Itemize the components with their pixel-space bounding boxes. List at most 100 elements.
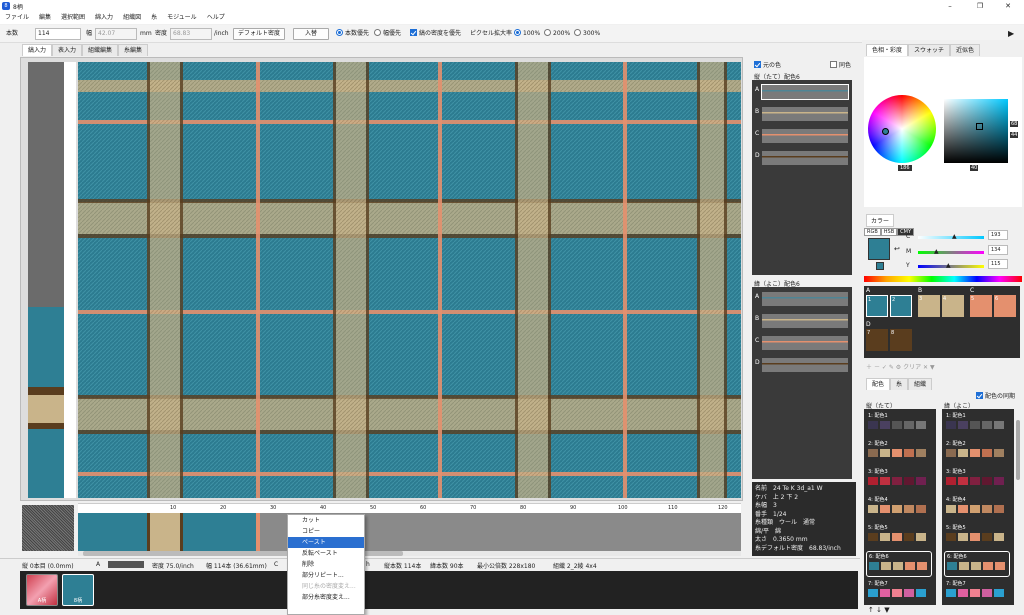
weft-scheme-item[interactable]: 7: 配色7: [944, 579, 1010, 605]
menu-item-partial-repeat[interactable]: 部分リピート...: [288, 570, 364, 581]
scheme-color-swatch[interactable]: [946, 477, 956, 485]
slider-c-value[interactable]: 193: [988, 230, 1008, 240]
scheme-color-swatch[interactable]: [880, 477, 890, 485]
weft-yarn-row-a[interactable]: A: [752, 289, 852, 307]
scheme-color-swatch[interactable]: [880, 421, 890, 429]
scheme-color-swatch[interactable]: [917, 562, 927, 570]
scheme-color-swatch[interactable]: [970, 449, 980, 457]
zoom-300-radio[interactable]: 300%: [574, 28, 600, 40]
weft-yarn-row-c[interactable]: C: [752, 333, 852, 351]
scheme-color-swatch[interactable]: [904, 533, 914, 541]
palette-swatch-2[interactable]: 2: [890, 295, 912, 317]
palette-swatch-5[interactable]: 5: [970, 295, 992, 317]
scheme-color-swatch[interactable]: [904, 505, 914, 513]
tab-weave[interactable]: 組織: [908, 378, 933, 390]
width-priority-radio[interactable]: 幅優先: [374, 28, 401, 40]
spectrum-bar[interactable]: [864, 276, 1022, 282]
scheme-color-swatch[interactable]: [958, 589, 968, 597]
film-thumb-a[interactable]: A柄: [26, 574, 58, 606]
slider-m-thumb[interactable]: ▲: [934, 248, 939, 255]
hue-wheel[interactable]: [868, 95, 936, 163]
scheme-color-swatch[interactable]: [868, 477, 878, 485]
scheme-color-swatch[interactable]: [946, 589, 956, 597]
weft-stripe-strip[interactable]: [28, 62, 64, 498]
scheme-color-swatch[interactable]: [994, 533, 1004, 541]
slider-m-track[interactable]: [918, 251, 984, 254]
tab-scheme[interactable]: 配色: [866, 378, 891, 390]
scheme-color-swatch[interactable]: [958, 505, 968, 513]
warp-scheme-item[interactable]: 2: 配色2: [866, 439, 932, 465]
scheme-color-swatch[interactable]: [868, 421, 878, 429]
scheme-color-swatch[interactable]: [970, 421, 980, 429]
scheme-color-swatch[interactable]: [959, 562, 969, 570]
scheme-color-swatch[interactable]: [868, 589, 878, 597]
mode-hsb[interactable]: HSB: [880, 228, 898, 236]
palette-swatch-6[interactable]: 6: [994, 295, 1016, 317]
scheme-color-swatch[interactable]: [904, 421, 914, 429]
scheme-color-swatch[interactable]: [916, 505, 926, 513]
weave-thumbnail[interactable]: [22, 505, 74, 551]
menu-weave-diagram[interactable]: 組織図: [118, 12, 146, 24]
tab-similar-color[interactable]: 近似色: [950, 44, 981, 56]
up-arrow-icon[interactable]: ↑: [868, 606, 874, 614]
weft-scheme-item[interactable]: 5: 配色5: [944, 523, 1010, 549]
scheme-color-swatch[interactable]: [982, 449, 992, 457]
menu-item-partial-yarn-density[interactable]: 部分糸密度変え...: [288, 592, 364, 603]
weft-scheme-item[interactable]: 2: 配色2: [944, 439, 1010, 465]
check-icon[interactable]: ✓: [882, 364, 887, 371]
scheme-color-swatch[interactable]: [982, 533, 992, 541]
menu-file[interactable]: ファイル: [0, 12, 34, 24]
scheme-color-swatch[interactable]: [946, 421, 956, 429]
scheme-color-swatch[interactable]: [868, 505, 878, 513]
slider-y-thumb[interactable]: ▲: [946, 262, 951, 269]
menu-item-cut[interactable]: カット: [288, 515, 364, 526]
palette-swatch-1[interactable]: 1: [866, 295, 888, 317]
weft-scheme-item[interactable]: 4: 配色4: [944, 495, 1010, 521]
scheme-color-swatch[interactable]: [892, 477, 902, 485]
menu-selection[interactable]: 選択範囲: [56, 12, 90, 24]
zoom-100-radio[interactable]: 100%: [514, 28, 540, 40]
weft-yarn-row-b[interactable]: B: [752, 311, 852, 329]
tab-hue-saturation[interactable]: 色相・彩度: [866, 44, 909, 56]
scheme-color-swatch[interactable]: [916, 589, 926, 597]
scheme-color-swatch[interactable]: [880, 505, 890, 513]
slider-m-value[interactable]: 134: [988, 245, 1008, 255]
tab-stripe-input[interactable]: 縞入力: [22, 44, 53, 56]
play-icon[interactable]: ▶: [1008, 28, 1014, 40]
scheme-color-swatch[interactable]: [916, 421, 926, 429]
scheme-color-swatch[interactable]: [971, 562, 981, 570]
scheme-color-swatch[interactable]: [994, 421, 1004, 429]
menu-item-paste[interactable]: ペースト: [288, 537, 364, 548]
scheme-color-swatch[interactable]: [916, 477, 926, 485]
tab-weave-edit[interactable]: 組織編集: [82, 44, 119, 56]
scheme-color-swatch[interactable]: [958, 477, 968, 485]
slider-c-track[interactable]: [918, 236, 984, 239]
scheme-color-swatch[interactable]: [893, 562, 903, 570]
keep-density-checkbox[interactable]: 縞の密度を優先: [410, 28, 461, 40]
menu-yarn[interactable]: 糸: [146, 12, 162, 24]
weft-scheme-item[interactable]: 3: 配色3: [944, 467, 1010, 493]
scheme-color-swatch[interactable]: [905, 562, 915, 570]
scheme-color-swatch[interactable]: [916, 533, 926, 541]
tab-yarn-edit[interactable]: 糸編集: [118, 44, 149, 56]
sv-square[interactable]: [944, 99, 1008, 163]
scheme-color-swatch[interactable]: [946, 533, 956, 541]
menu-help[interactable]: ヘルプ: [202, 12, 230, 24]
scheme-color-swatch[interactable]: [982, 505, 992, 513]
sync-scheme-checkbox[interactable]: 配色の同期: [976, 391, 1015, 400]
same-color-checkbox[interactable]: 同色: [830, 60, 851, 69]
scheme-color-swatch[interactable]: [904, 449, 914, 457]
horizontal-scrollbar[interactable]: [78, 551, 741, 556]
slider-y-track[interactable]: [918, 265, 984, 268]
warp-scheme-item[interactable]: 7: 配色7: [866, 579, 932, 605]
scheme-color-swatch[interactable]: [904, 589, 914, 597]
scheme-color-swatch[interactable]: [958, 533, 968, 541]
slider-y-value[interactable]: 115: [988, 259, 1008, 269]
scheme-color-swatch[interactable]: [958, 449, 968, 457]
scheme-color-swatch[interactable]: [892, 449, 902, 457]
warp-yarn-row-a[interactable]: A: [752, 82, 852, 100]
down-arrow-icon[interactable]: ↓: [876, 606, 882, 614]
warp-yarn-row-d[interactable]: D: [752, 148, 852, 166]
scheme-color-swatch[interactable]: [983, 562, 993, 570]
gear-icon[interactable]: ⚙: [896, 364, 901, 371]
